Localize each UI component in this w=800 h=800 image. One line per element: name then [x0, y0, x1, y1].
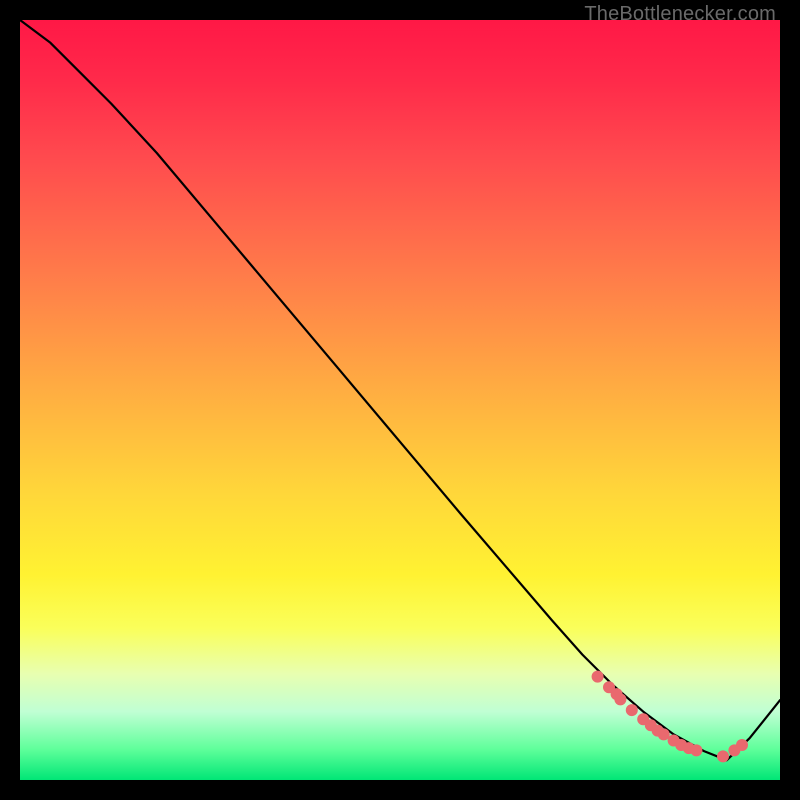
bottleneck-curve — [20, 20, 780, 760]
chart-svg — [20, 20, 780, 780]
scatter-point — [626, 704, 638, 716]
scatter-group — [592, 671, 748, 763]
scatter-point — [592, 671, 604, 683]
scatter-point — [717, 750, 729, 762]
scatter-point — [658, 728, 670, 740]
scatter-point — [736, 739, 748, 751]
scatter-point — [690, 744, 702, 756]
scatter-point — [614, 693, 626, 705]
